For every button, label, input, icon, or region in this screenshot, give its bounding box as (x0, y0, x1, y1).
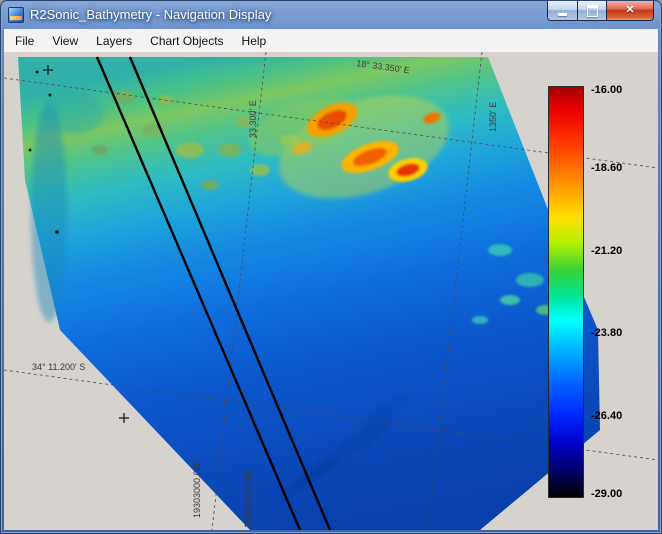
maximize-icon (587, 5, 598, 17)
grid-label-bottom-easting-1: 19303000.00E (192, 459, 202, 518)
menu-bar: File View Layers Chart Objects Help (4, 29, 658, 53)
depth-colorbar (548, 86, 584, 498)
legend-label-4: -26.40 (591, 410, 622, 422)
menu-view[interactable]: View (43, 31, 87, 51)
close-icon: ✕ (625, 5, 634, 16)
grid-label-top-easting-2: 1350' E (488, 102, 498, 132)
window-controls: ✕ (547, 1, 654, 21)
navigation-display-map[interactable]: 33.300' E 18° 33.350' E 1350' E 34° 11.2… (4, 52, 658, 530)
menu-file[interactable]: File (6, 31, 43, 51)
legend-label-5: -29.00 (591, 488, 622, 500)
app-icon (8, 7, 24, 23)
close-button[interactable]: ✕ (606, 1, 654, 21)
menu-layers[interactable]: Layers (87, 31, 141, 51)
legend-label-0: -16.00 (591, 84, 622, 96)
depth-legend: -16.00 -18.60 -21.20 -23.80 -26.40 -29.0… (548, 86, 624, 498)
bathymetry-swath (18, 57, 600, 530)
grid-label-latitude: 34° 11.200' S (32, 362, 85, 372)
window-title: R2Sonic_Bathymetry - Navigation Display (30, 7, 271, 22)
legend-label-2: -21.20 (591, 245, 622, 257)
maximize-button[interactable] (578, 1, 606, 21)
grid-label-top-easting-1: 33.300' E (248, 100, 258, 138)
legend-label-3: -23.80 (591, 327, 622, 339)
grid-label-bottom-easting-2: 19303000.00E (243, 469, 253, 528)
menu-help[interactable]: Help (233, 31, 276, 51)
minimize-button[interactable] (547, 1, 578, 21)
menu-chart-objects[interactable]: Chart Objects (141, 31, 232, 51)
legend-label-1: -18.60 (591, 162, 622, 174)
minimize-icon (558, 13, 567, 16)
app-window: R2Sonic_Bathymetry - Navigation Display … (0, 0, 662, 534)
